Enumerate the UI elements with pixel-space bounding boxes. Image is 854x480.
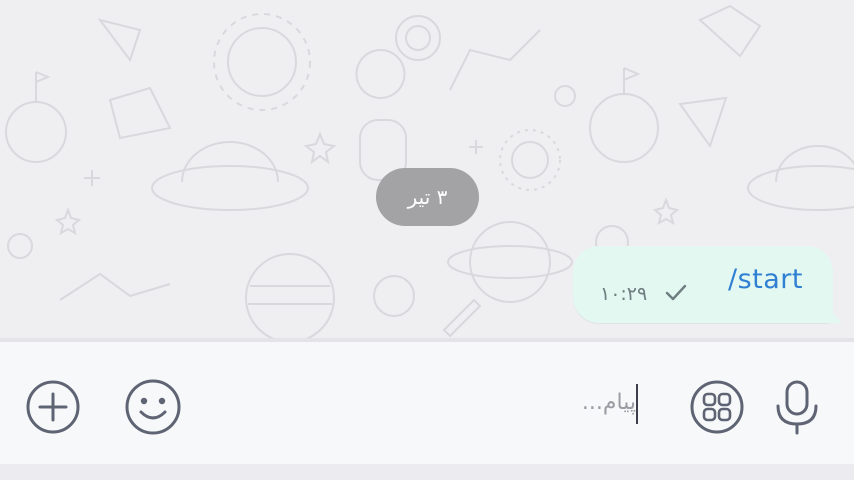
message-composer: پیام...	[0, 342, 854, 464]
apps-button[interactable]	[688, 378, 746, 436]
microphone-icon	[776, 380, 818, 435]
message-time: ۱۰:۲۹	[600, 283, 648, 305]
chat-area: ۳ تیر /start ۱۰:۲۹	[0, 0, 854, 338]
voice-button[interactable]	[772, 378, 822, 436]
smiley-icon	[125, 379, 181, 435]
text-cursor	[636, 384, 638, 424]
outgoing-message-bubble[interactable]: /start ۱۰:۲۹	[573, 246, 833, 323]
bubble-tail	[826, 306, 842, 323]
message-input[interactable]: پیام...	[552, 390, 636, 415]
sent-check-icon	[665, 284, 687, 301]
grid-icon	[690, 380, 744, 434]
plus-circle-icon	[26, 380, 80, 434]
date-label: ۳ تیر	[407, 185, 448, 209]
message-text: /start	[728, 264, 803, 295]
message-input-placeholder: پیام...	[581, 390, 636, 415]
system-nav-strip	[0, 464, 854, 480]
attach-button[interactable]	[24, 378, 82, 436]
emoji-button[interactable]	[123, 377, 183, 437]
date-separator: ۳ تیر	[376, 168, 479, 226]
